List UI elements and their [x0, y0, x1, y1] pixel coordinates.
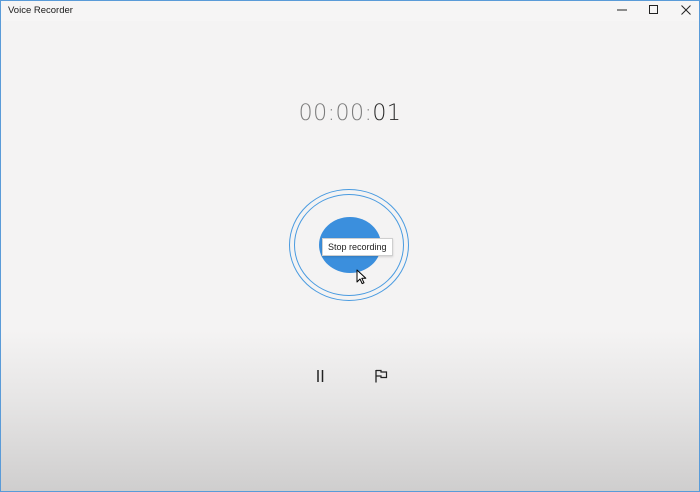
close-icon [681, 5, 691, 15]
pause-icon [317, 370, 324, 382]
app-title: Voice Recorder [8, 5, 73, 16]
mouse-cursor-icon [356, 269, 367, 285]
flag-icon [375, 369, 388, 383]
maximize-button[interactable] [638, 1, 670, 19]
close-button[interactable] [670, 1, 699, 19]
title-bar[interactable]: Voice Recorder [1, 1, 699, 21]
app-window: Voice Recorder 00:00:01 Stop recording [0, 0, 700, 492]
pause-button[interactable] [306, 364, 334, 388]
timer-minutes: 00 [335, 101, 365, 126]
maximize-icon [649, 5, 658, 14]
timer-separator: : [327, 101, 336, 126]
elapsed-time: 00:00:01 [1, 101, 699, 126]
add-marker-button[interactable] [367, 364, 395, 388]
minimize-button[interactable] [606, 1, 638, 19]
stop-recording-tooltip: Stop recording [322, 238, 393, 256]
timer-seconds: 01 [372, 101, 402, 126]
minimize-icon [617, 9, 627, 11]
timer-hours: 00 [298, 101, 328, 126]
